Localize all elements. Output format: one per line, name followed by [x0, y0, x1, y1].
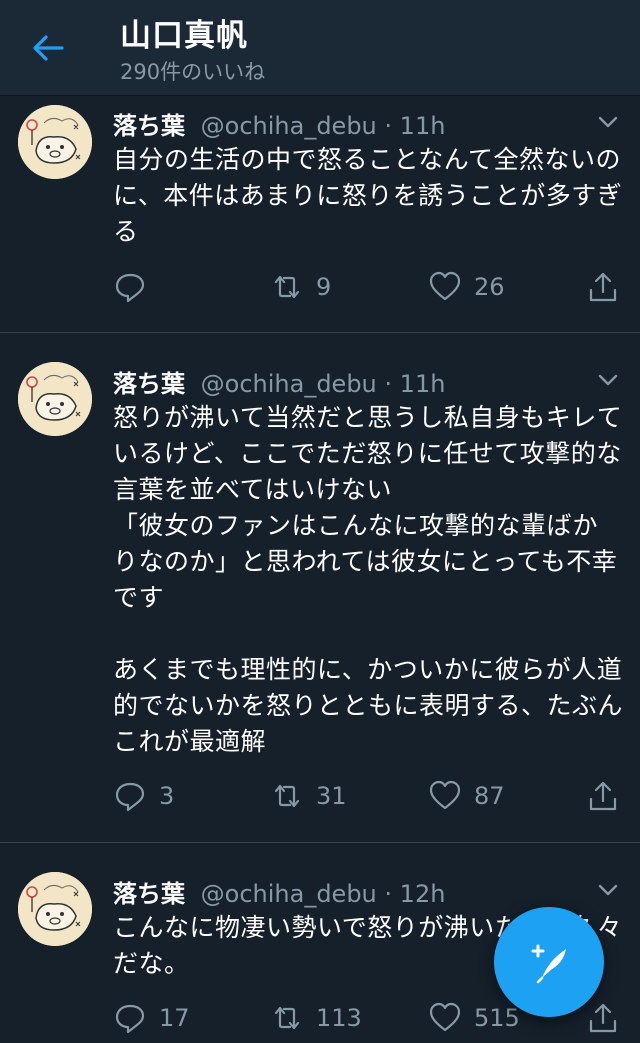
likes-count-subtitle: 290件のいいね [120, 60, 266, 84]
chevron-down-icon[interactable] [596, 878, 620, 902]
reply-button[interactable] [113, 270, 159, 304]
like-button[interactable]: 26 [428, 270, 505, 304]
retweet-icon [274, 784, 300, 808]
retweet-icon [274, 1006, 300, 1030]
tweet-time: 12h [399, 880, 446, 908]
author-name[interactable]: 落ち葉 [113, 112, 185, 140]
author-handle[interactable]: @ochiha_debu [201, 880, 377, 908]
top-header: 山口真帆 290件のいいね [0, 0, 640, 96]
share-button[interactable] [586, 1001, 620, 1035]
tweet-text: 自分の生活の中で怒ることなんて全然ないのに、本件はあまりに怒りを誘うことが多すぎ… [113, 145, 623, 246]
retweet-icon [274, 275, 300, 299]
avatar[interactable] [18, 105, 92, 179]
compose-tweet-button[interactable] [494, 907, 604, 1017]
like-count: 515 [474, 1004, 520, 1032]
back-button[interactable] [26, 26, 70, 70]
tweet-header: 落ち葉 @ochiha_debu · 11h [113, 112, 446, 140]
reply-icon [115, 273, 145, 303]
share-icon [589, 1003, 617, 1033]
tweet-time: 11h [399, 112, 446, 140]
share-icon [589, 272, 617, 302]
like-count: 87 [474, 782, 505, 810]
chevron-down-icon[interactable] [596, 110, 620, 134]
retweet-count: 113 [316, 1004, 362, 1032]
reply-button[interactable]: 3 [113, 779, 174, 813]
author-handle[interactable]: @ochiha_debu [201, 370, 377, 398]
avatar[interactable] [18, 362, 92, 436]
reply-count: 17 [159, 1004, 190, 1032]
tweet-text: 怒りが沸いて当然だと思うし私自身もキレているけど、ここでただ怒りに任せて攻撃的な… [113, 403, 624, 756]
reply-icon [115, 782, 145, 812]
tweet-header: 落ち葉 @ochiha_debu · 12h [113, 880, 446, 908]
heart-icon [429, 271, 461, 301]
like-button[interactable]: 515 [428, 1001, 520, 1035]
like-button[interactable]: 87 [428, 779, 505, 813]
retweet-button[interactable]: 113 [270, 1001, 362, 1035]
arrow-left-icon [33, 35, 64, 61]
tweet-time: 11h [399, 370, 446, 398]
author-handle[interactable]: @ochiha_debu [201, 112, 377, 140]
chevron-down-icon[interactable] [596, 368, 620, 392]
author-name[interactable]: 落ち葉 [113, 370, 185, 398]
heart-icon [429, 780, 461, 810]
reply-count: 3 [159, 782, 175, 810]
retweet-button[interactable]: 9 [270, 270, 331, 304]
compose-icon [531, 944, 566, 984]
retweet-count: 9 [316, 273, 332, 301]
tweet-header: 落ち葉 @ochiha_debu · 11h [113, 370, 446, 398]
retweet-count: 31 [316, 782, 347, 810]
author-name[interactable]: 落ち葉 [113, 880, 185, 908]
share-icon [589, 781, 617, 811]
share-button[interactable] [586, 270, 620, 304]
retweet-button[interactable]: 31 [270, 779, 347, 813]
avatar[interactable] [18, 872, 92, 946]
reply-icon [115, 1004, 145, 1034]
like-count: 26 [474, 273, 505, 301]
page-title: 山口真帆 [120, 18, 248, 54]
tweet-item[interactable]: 落ち葉 @ochiha_debu · 11h 怒りが沸いて当然だと思うし私自身も… [0, 333, 640, 843]
heart-icon [429, 1002, 461, 1032]
reply-button[interactable]: 17 [113, 1001, 190, 1035]
share-button[interactable] [586, 779, 620, 813]
tweet-item[interactable]: 落ち葉 @ochiha_debu · 11h 自分の生活の中で怒ることなんて全然… [0, 96, 640, 333]
